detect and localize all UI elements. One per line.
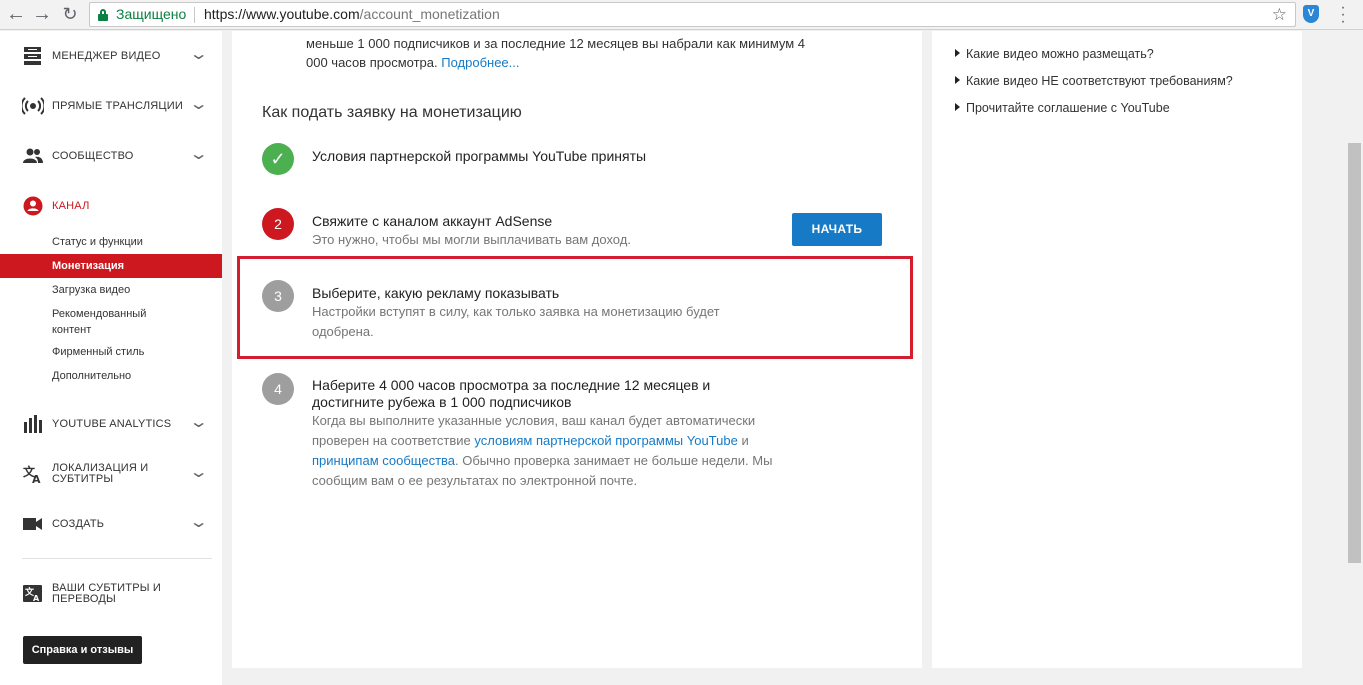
browser-toolbar: ← → ↻ Защищено https://www.youtube.com/a… bbox=[0, 0, 1363, 30]
triangle-bullet-icon bbox=[955, 49, 960, 57]
sidebar-item-label: КАНАЛ bbox=[52, 200, 90, 212]
sidebar-item-label: ПРЯМЫЕ ТРАНСЛЯЦИИ bbox=[52, 100, 183, 112]
sidebar-subitem-monetization[interactable]: Монетизация bbox=[0, 254, 222, 278]
bookmark-star-icon[interactable]: ☆ bbox=[1272, 3, 1287, 26]
sidebar-subitem-upload[interactable]: Загрузка видео bbox=[0, 278, 222, 302]
sidebar-item-create[interactable]: СОЗДАТЬ ⌄ bbox=[0, 499, 222, 549]
step-2-number: 2 bbox=[262, 208, 294, 240]
step-2-desc: Это нужно, чтобы мы могли выплачивать ва… bbox=[312, 232, 631, 247]
reload-icon[interactable]: ↻ bbox=[58, 3, 82, 27]
sidebar-item-live[interactable]: ПРЯМЫЕ ТРАНСЛЯЦИИ ⌄ bbox=[0, 81, 222, 131]
triangle-bullet-icon bbox=[955, 103, 960, 111]
learn-more-link[interactable]: Подробнее... bbox=[441, 55, 519, 70]
sidebar-item-analytics[interactable]: YOUTUBE ANALYTICS ⌄ bbox=[0, 399, 222, 449]
sidebar-item-channel[interactable]: КАНАЛ bbox=[0, 181, 222, 231]
sidebar: МЕНЕДЖЕР ВИДЕО ⌄ ПРЯМЫЕ ТРАНСЛЯЦИИ ⌄ СОО… bbox=[0, 31, 222, 685]
start-button[interactable]: НАЧАТЬ bbox=[792, 213, 882, 246]
sidebar-subitem-status[interactable]: Статус и функции bbox=[0, 230, 222, 254]
sidebar-item-label: YOUTUBE ANALYTICS bbox=[52, 418, 172, 430]
sidebar-divider bbox=[22, 558, 212, 559]
step-3-title: Выберите, какую рекламу показывать bbox=[312, 285, 560, 301]
step-4-number: 4 bbox=[262, 373, 294, 405]
help-link-ineligible-videos[interactable]: Какие видео НЕ соответствуют требованиям… bbox=[955, 74, 1233, 88]
chevron-down-icon[interactable]: ⌄ bbox=[189, 144, 209, 164]
eligibility-text: меньше 1 000 подписчиков и за последние … bbox=[306, 36, 806, 70]
browser-menu-icon[interactable]: · · · bbox=[1336, 0, 1350, 30]
help-feedback-button[interactable]: Справка и отзывы bbox=[23, 636, 142, 664]
scrollbar-thumb[interactable] bbox=[1348, 143, 1361, 563]
step-4-title: Наберите 4 000 часов просмотра за послед… bbox=[312, 377, 711, 410]
help-link-agreement[interactable]: Прочитайте соглашение с YouTube bbox=[955, 101, 1170, 115]
url-text[interactable]: https://www.youtube.com/account_monetiza… bbox=[204, 3, 500, 26]
sidebar-item-your-subtitles[interactable]: 文A ВАШИ СУБТИТРЫ И ПЕРЕВОДЫ bbox=[0, 569, 222, 619]
sidebar-item-localization[interactable]: 文A ЛОКАЛИЗАЦИЯ И СУБТИТРЫ ⌄ bbox=[0, 449, 222, 499]
svg-text:A: A bbox=[32, 473, 41, 484]
sidebar-item-video-manager[interactable]: МЕНЕДЖЕР ВИДЕО ⌄ bbox=[0, 31, 222, 81]
chevron-down-icon[interactable]: ⌄ bbox=[189, 44, 209, 64]
svg-text:A: A bbox=[33, 594, 40, 603]
step-1-check-icon: ✓ bbox=[262, 143, 294, 175]
sidebar-item-community[interactable]: СООБЩЕСТВО ⌄ bbox=[0, 131, 222, 181]
step-1-title: Условия партнерской программы YouTube пр… bbox=[312, 148, 647, 164]
sidebar-item-label: ЛОКАЛИЗАЦИЯ И СУБТИТРЫ bbox=[52, 462, 149, 485]
live-broadcast-icon bbox=[22, 97, 44, 115]
step-4-desc: Когда вы выполните указанные условия, ва… bbox=[312, 413, 773, 488]
page-scrollbar[interactable] bbox=[1346, 31, 1363, 685]
chevron-down-icon[interactable]: ⌄ bbox=[189, 462, 209, 482]
help-panel: Какие видео можно размещать? Какие видео… bbox=[932, 31, 1302, 668]
step-2-title: Свяжите с каналом аккаунт AdSense bbox=[312, 213, 553, 229]
main-content: меньше 1 000 подписчиков и за последние … bbox=[232, 31, 922, 668]
triangle-bullet-icon bbox=[955, 76, 960, 84]
chevron-down-icon[interactable]: ⌄ bbox=[189, 512, 209, 532]
community-guidelines-link[interactable]: принципам сообщества bbox=[312, 453, 455, 468]
sidebar-item-label: СООБЩЕСТВО bbox=[52, 150, 134, 162]
section-title: Как подать заявку на монетизацию bbox=[262, 104, 522, 121]
step-3-desc: Настройки вступят в силу, как только зая… bbox=[312, 304, 720, 339]
sidebar-item-label: ВАШИ СУБТИТРЫ И ПЕРЕВОДЫ bbox=[52, 582, 162, 605]
forward-arrow-icon[interactable]: → bbox=[30, 3, 54, 27]
extension-shield-icon[interactable]: V bbox=[1303, 5, 1319, 23]
step-3-number: 3 bbox=[262, 280, 294, 312]
partner-terms-link[interactable]: условиям партнерской программы YouTube bbox=[474, 433, 737, 448]
sidebar-item-label: СОЗДАТЬ bbox=[52, 518, 105, 530]
channel-icon bbox=[23, 196, 43, 216]
translate-icon: 文A bbox=[23, 464, 41, 484]
chevron-down-icon[interactable]: ⌄ bbox=[189, 94, 209, 114]
sidebar-subitem-advanced[interactable]: Дополнительно bbox=[0, 364, 222, 388]
chevron-down-icon[interactable]: ⌄ bbox=[189, 412, 209, 432]
video-manager-icon bbox=[24, 47, 41, 65]
lock-icon bbox=[98, 9, 108, 21]
secure-label: Защищено bbox=[116, 6, 187, 22]
analytics-icon bbox=[24, 415, 42, 433]
sidebar-item-label: МЕНЕДЖЕР ВИДЕО bbox=[52, 50, 161, 62]
community-icon bbox=[23, 148, 43, 163]
camera-icon bbox=[23, 518, 42, 530]
back-arrow-icon[interactable]: ← bbox=[4, 3, 28, 27]
sidebar-subitem-featured[interactable]: Рекомендованный контент bbox=[0, 302, 222, 338]
address-bar[interactable]: Защищено https://www.youtube.com/account… bbox=[89, 2, 1296, 27]
help-link-allowed-videos[interactable]: Какие видео можно размещать? bbox=[955, 47, 1154, 61]
subtitles-icon: 文A bbox=[23, 585, 42, 603]
sidebar-subitem-branding[interactable]: Фирменный стиль bbox=[0, 340, 222, 364]
